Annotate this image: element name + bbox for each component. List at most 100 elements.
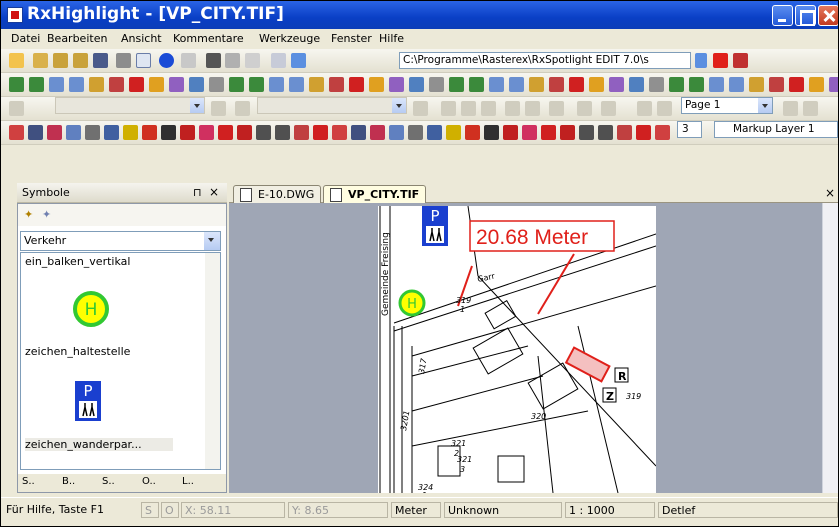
tab-vp-city-tif[interactable]: VP_CITY.TIF [323, 185, 427, 203]
eraser-icon[interactable] [294, 125, 309, 140]
arc-icon[interactable] [484, 125, 499, 140]
menu-datei[interactable]: Datei [11, 32, 40, 45]
menu-werkzeuge[interactable]: Werkzeuge [259, 32, 320, 45]
menu-fenster[interactable]: Fenster [331, 32, 372, 45]
arrow-icon[interactable] [579, 125, 594, 140]
bus-stop-icon[interactable]: H [73, 291, 109, 327]
maximize-button[interactable] [795, 5, 816, 26]
dimension-icon[interactable] [598, 125, 613, 140]
select-icon[interactable] [47, 125, 62, 140]
color-pen-icon[interactable] [313, 125, 328, 140]
rectangle-icon[interactable] [522, 125, 537, 140]
pen-icon[interactable] [465, 125, 480, 140]
search-icon[interactable] [629, 77, 644, 92]
color-icon[interactable] [829, 77, 838, 92]
zoom-out-icon[interactable] [469, 77, 484, 92]
hiking-parking-icon[interactable]: P [75, 381, 101, 421]
arrow-icon[interactable] [256, 125, 271, 140]
save-markup-icon[interactable] [28, 125, 43, 140]
stamp-icon[interactable] [446, 125, 461, 140]
map-bus-stop-sign[interactable]: H [407, 297, 417, 312]
panel-tab-5[interactable]: L.. [182, 476, 194, 487]
dropdown-arrow-icon[interactable] [695, 53, 707, 68]
menu-hilfe[interactable]: Hilfe [379, 32, 404, 45]
zoom-fit-icon[interactable] [289, 77, 304, 92]
zoom-out-icon[interactable] [689, 77, 704, 92]
pan-icon[interactable] [749, 77, 764, 92]
folder-icon[interactable] [149, 77, 164, 92]
folder-icon[interactable] [53, 53, 68, 68]
eraser-icon[interactable] [617, 125, 632, 140]
panel-tab-1[interactable]: S.. [22, 476, 35, 487]
zoom-in-icon[interactable] [669, 77, 684, 92]
color-icon[interactable] [169, 77, 184, 92]
zoom-window-icon[interactable] [269, 77, 284, 92]
drawing-canvas[interactable]: 20.68 Meter Gemeinde Freising Garr 319 1… [229, 203, 836, 493]
rectangle-icon[interactable] [199, 125, 214, 140]
stamp-icon[interactable] [123, 125, 138, 140]
print-icon[interactable] [116, 53, 131, 68]
panel-tab-2[interactable]: B.. [62, 476, 75, 487]
rotate-icon[interactable] [549, 77, 564, 92]
polygon-icon[interactable] [237, 125, 252, 140]
markup-layer-select[interactable]: Markup Layer 1 [714, 121, 838, 138]
folder-icon[interactable] [589, 77, 604, 92]
close-button[interactable] [818, 5, 838, 26]
zoom-fit-icon[interactable] [509, 77, 524, 92]
undo-icon[interactable] [66, 125, 81, 140]
close-file-icon[interactable] [733, 53, 748, 68]
dimension-icon[interactable] [275, 125, 290, 140]
zoom-in-icon[interactable] [449, 77, 464, 92]
undo-icon[interactable] [389, 125, 404, 140]
menu-ansicht[interactable]: Ansicht [121, 32, 162, 45]
info-icon[interactable] [159, 53, 174, 68]
marker-z[interactable]: Z [606, 390, 614, 403]
link-icon[interactable] [408, 125, 423, 140]
open-folder-icon[interactable] [33, 53, 48, 68]
marker-r[interactable]: R [618, 370, 627, 383]
menu-bearbeiten[interactable]: Bearbeiten [47, 32, 107, 45]
forward-arrow-icon[interactable] [291, 53, 306, 68]
delete-markup-icon[interactable] [789, 77, 804, 92]
zoom-fit-icon[interactable] [729, 77, 744, 92]
folder-icon[interactable] [809, 77, 824, 92]
folder-open-icon[interactable] [73, 53, 88, 68]
signature-icon[interactable] [245, 53, 260, 68]
delete-markup-icon[interactable] [349, 77, 364, 92]
edit-symbol-icon[interactable]: ✦ [42, 208, 51, 221]
symbol-list[interactable]: ein_balken_vertikal H zeichen_haltestell… [20, 252, 221, 470]
filter-icon[interactable] [225, 53, 240, 68]
zoom-in-icon[interactable] [9, 77, 24, 92]
link-icon[interactable] [85, 125, 100, 140]
layers-icon[interactable] [209, 77, 224, 92]
zoom-out-icon[interactable] [29, 77, 44, 92]
color-icon[interactable] [389, 77, 404, 92]
rotate-icon[interactable] [109, 77, 124, 92]
rotate-icon[interactable] [769, 77, 784, 92]
panel-tab-4[interactable]: O.. [142, 476, 156, 487]
path-field[interactable]: C:\Programme\Rasterex\RxSpotlight EDIT 7… [399, 52, 691, 69]
layers-icon[interactable] [429, 77, 444, 92]
delete-markup-icon[interactable] [129, 77, 144, 92]
map-page[interactable]: 20.68 Meter Gemeinde Freising Garr 319 1… [378, 206, 656, 493]
text-icon[interactable] [104, 125, 119, 140]
layers-icon[interactable] [649, 77, 664, 92]
zoom-window-icon[interactable] [709, 77, 724, 92]
tab-close-icon[interactable]: × [825, 186, 835, 200]
delete-markup-icon[interactable] [569, 77, 584, 92]
color-pen-icon[interactable] [636, 125, 651, 140]
search-icon[interactable] [409, 77, 424, 92]
panel-tab-3[interactable]: S.. [102, 476, 115, 487]
page-select[interactable]: Page 1 [681, 97, 773, 114]
zoom-in-icon[interactable] [229, 77, 244, 92]
zoom-window-icon[interactable] [49, 77, 64, 92]
category-select[interactable]: Verkehr [20, 231, 221, 251]
properties-icon[interactable] [655, 125, 670, 140]
monitor-icon[interactable] [206, 53, 221, 68]
zoom-fit-icon[interactable] [69, 77, 84, 92]
save-icon[interactable] [93, 53, 108, 68]
text-icon[interactable] [427, 125, 442, 140]
back-arrow-icon[interactable] [271, 53, 286, 68]
map-parking-sign[interactable]: P [430, 207, 439, 225]
search-icon[interactable] [189, 77, 204, 92]
